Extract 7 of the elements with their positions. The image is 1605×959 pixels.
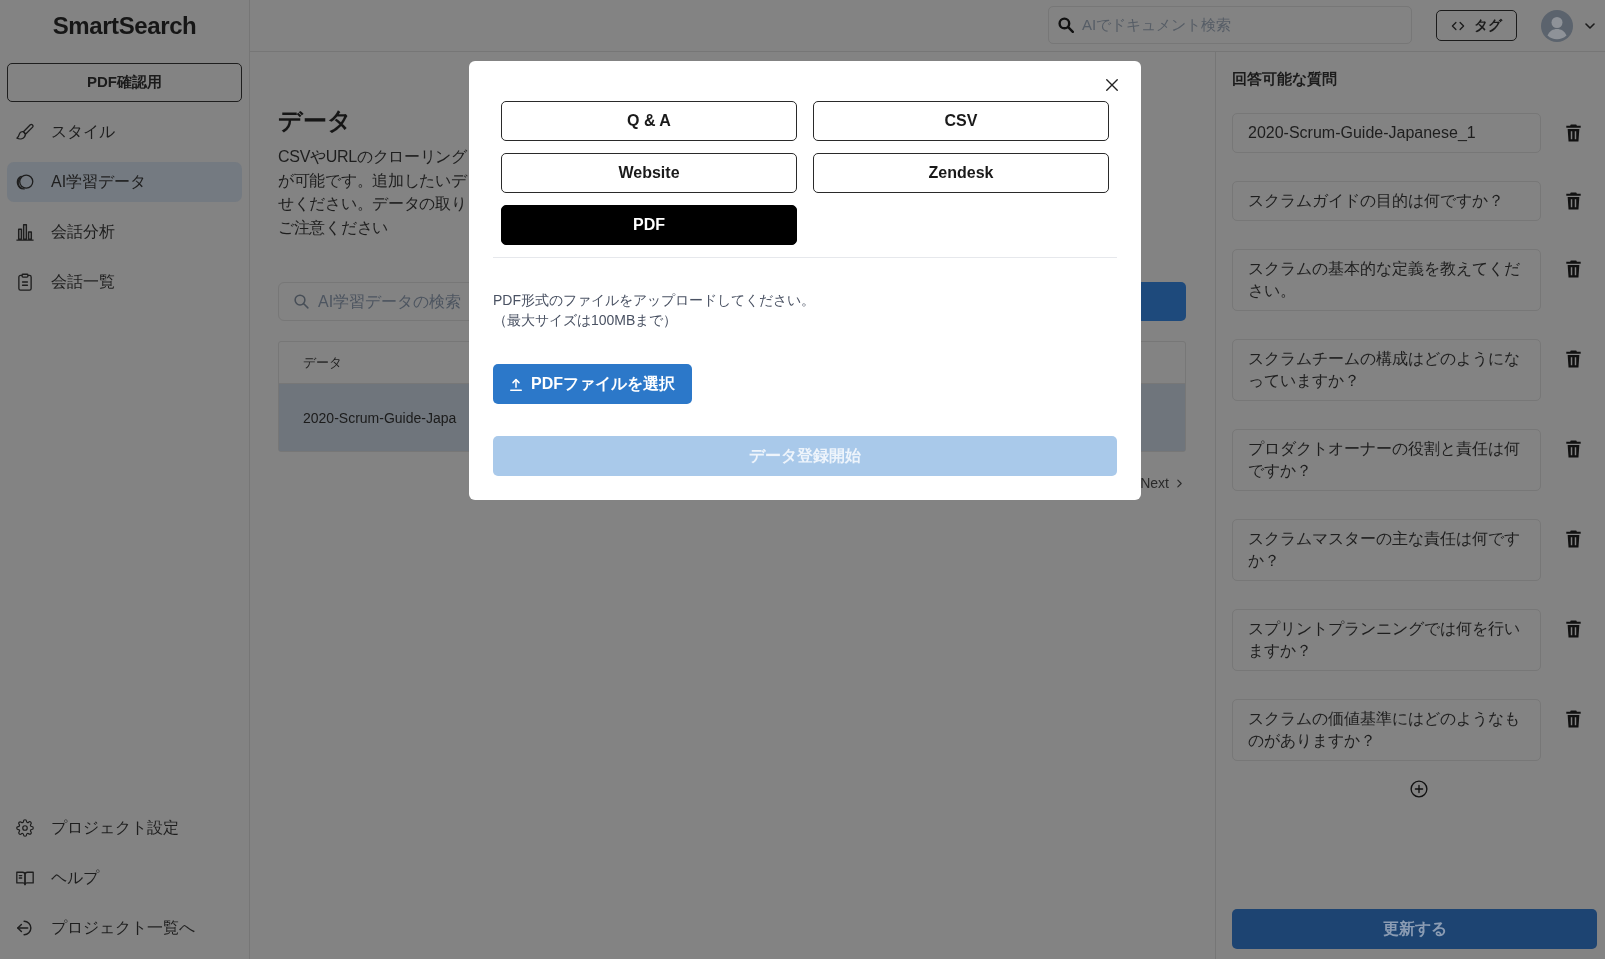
- panel-title: 回答可能な質問: [1232, 69, 1338, 89]
- table-cell-text: 2020-Scrum-Guide-Japa: [302, 409, 457, 426]
- instruction-text: PDF形式のファイルをアップロードしてください。 （最大サイズは100MBまで）: [493, 291, 815, 330]
- column-header: データ: [302, 353, 342, 372]
- description-text: CSVやURLのクローリング が可能です。追加したいデ せください。データの取り ご注意ください: [278, 147, 467, 238]
- page-title: データ: [278, 106, 352, 136]
- app-logo: SmartSearch: [51, 11, 198, 41]
